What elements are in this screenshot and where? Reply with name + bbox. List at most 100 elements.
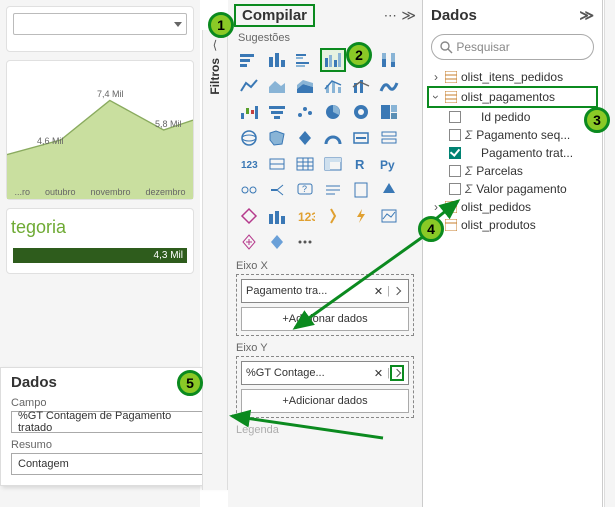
- remove-icon[interactable]: ✕: [370, 367, 387, 380]
- table-olist-itens[interactable]: ›olist_itens_pedidos: [427, 68, 598, 86]
- axis-x-add[interactable]: +Adicionar dados: [241, 307, 409, 331]
- visualizations-pane: Compilar ⋯ ≫ Sugestões 123: [228, 0, 423, 507]
- summary-select[interactable]: Contagem: [11, 453, 219, 475]
- viz-custom1-icon[interactable]: [236, 230, 262, 254]
- viz-qa-icon[interactable]: ?: [292, 178, 318, 202]
- viz-automate-icon[interactable]: [264, 204, 290, 228]
- field-pag-seq[interactable]: ΣPagamento seq...: [427, 126, 598, 144]
- right-rail: [604, 0, 615, 507]
- viz-scatter-icon[interactable]: [292, 100, 318, 124]
- more-icon[interactable]: ⋯: [384, 8, 398, 23]
- viz-slicer-icon[interactable]: [264, 152, 290, 176]
- viz-line-stacked-icon[interactable]: [348, 74, 374, 98]
- viz-stacked-area-icon[interactable]: [292, 74, 318, 98]
- viz-card-icon[interactable]: [348, 126, 374, 150]
- viz-gauge-icon[interactable]: [320, 126, 346, 150]
- viz-stacked-bar-icon[interactable]: [236, 48, 262, 72]
- field-select[interactable]: %GT Contagem de Pagamento tratado: [11, 411, 219, 433]
- viz-table-icon[interactable]: [292, 152, 318, 176]
- viz-more-icon[interactable]: [292, 230, 318, 254]
- checkbox[interactable]: [449, 183, 461, 195]
- viz-pie-icon[interactable]: [320, 100, 346, 124]
- step-badge-3: 3: [584, 107, 610, 133]
- table-icon: [445, 91, 457, 103]
- axis-y-field-text: %GT Contage...: [246, 367, 370, 379]
- viz-matrix-icon[interactable]: [320, 152, 346, 176]
- fields-pane: Dados ≫ Pesquisar ›olist_itens_pedidos ›…: [423, 0, 603, 507]
- viz-powerapps-icon[interactable]: [236, 204, 262, 228]
- axis-y-well[interactable]: %GT Contage... ✕ | +Adicionar dados: [236, 356, 414, 418]
- panel-title: Dados: [11, 374, 57, 391]
- table-olist-pedidos[interactable]: ›olist_pedidos: [427, 198, 598, 216]
- viz-arcgis-icon[interactable]: [376, 178, 402, 202]
- viz-decomp-icon[interactable]: [264, 178, 290, 202]
- field-menu-icon[interactable]: [390, 285, 404, 297]
- viz-py-icon[interactable]: Py: [376, 152, 402, 176]
- table-olist-produtos[interactable]: ›olist_produtos: [427, 216, 598, 234]
- viz-sparkline-icon[interactable]: [376, 204, 402, 228]
- viz-narrative-icon[interactable]: [320, 178, 346, 202]
- expand-icon[interactable]: ≫: [401, 7, 416, 23]
- slicer-dropdown[interactable]: [13, 13, 187, 35]
- field-valor[interactable]: ΣValor pagamento: [427, 180, 598, 198]
- axis-y-label: Eixo Y: [236, 342, 414, 354]
- axis-y-add[interactable]: +Adicionar dados: [241, 389, 409, 413]
- step-badge-5: 5: [177, 370, 203, 396]
- viz-flash2-icon[interactable]: [348, 204, 374, 228]
- viz-waterfall-icon[interactable]: [236, 100, 262, 124]
- checkbox-checked[interactable]: [449, 147, 461, 159]
- viz-funnel-icon[interactable]: [264, 100, 290, 124]
- viz-key-influencers-icon[interactable]: [236, 178, 262, 202]
- field-label: Campo: [11, 397, 219, 409]
- field-pag-trat[interactable]: Pagamento trat...: [427, 144, 598, 162]
- viz-custom2-icon[interactable]: [264, 230, 290, 254]
- visual-card-slicer[interactable]: [6, 6, 194, 52]
- viz-treemap-icon[interactable]: [376, 100, 402, 124]
- card-title: tegoria: [7, 209, 193, 246]
- viz-column-icon[interactable]: [264, 48, 290, 72]
- search-input[interactable]: Pesquisar: [431, 34, 594, 60]
- svg-text:R: R: [355, 157, 365, 172]
- viz-ribbon-icon[interactable]: [376, 74, 402, 98]
- viz-flash-icon[interactable]: 123: [292, 204, 318, 228]
- visual-card-bar[interactable]: tegoria 4,3 Mil: [6, 208, 194, 274]
- data-label: 5,8 Mil: [155, 119, 182, 129]
- collapse-icon[interactable]: ⟨: [213, 38, 218, 52]
- viz-clustered-bar-icon[interactable]: [292, 48, 318, 72]
- table-olist-pagamentos[interactable]: ›olist_pagamentos: [427, 86, 598, 108]
- svg-text:123: 123: [241, 160, 258, 171]
- viz-line-icon[interactable]: [236, 74, 262, 98]
- axis-x-well[interactable]: Pagamento tra... ✕ | +Adicionar dados: [236, 274, 414, 336]
- checkbox[interactable]: [449, 129, 461, 141]
- viz-azure-map-icon[interactable]: [292, 126, 318, 150]
- remove-icon[interactable]: ✕: [370, 285, 387, 298]
- visual-card-area-chart[interactable]: 4,6 Mil 7,4 Mil 5,8 Mil ...ro outubro no…: [6, 60, 194, 200]
- field-id-pedido[interactable]: Id pedido: [427, 108, 598, 126]
- field-parcelas[interactable]: ΣParcelas: [427, 162, 598, 180]
- viz-r-icon[interactable]: R: [348, 152, 374, 176]
- field-value: %GT Contagem de Pagamento tratado: [18, 410, 204, 434]
- step-badge-1: 1: [208, 12, 234, 38]
- viz-kpi-icon[interactable]: 123: [236, 152, 262, 176]
- viz-map-icon[interactable]: [236, 126, 262, 150]
- viz-paginated-icon[interactable]: [348, 178, 374, 202]
- axis-y-field[interactable]: %GT Contage... ✕ |: [241, 361, 409, 385]
- filters-rail[interactable]: ⟨ Filtros: [202, 30, 228, 490]
- viz-area-icon[interactable]: [264, 74, 290, 98]
- data-label: 4,6 Mil: [37, 136, 64, 146]
- viz-stacked-col100-icon[interactable]: [376, 48, 402, 72]
- viz-line-column-icon[interactable]: [320, 74, 346, 98]
- viz-goals-icon[interactable]: [320, 204, 346, 228]
- legend-label: Legenda: [236, 424, 414, 436]
- viz-donut-icon[interactable]: [348, 100, 374, 124]
- viz-clustered-column-icon[interactable]: [320, 48, 346, 72]
- checkbox[interactable]: [449, 165, 461, 177]
- data-label: 7,4 Mil: [97, 89, 124, 99]
- checkbox[interactable]: [449, 111, 461, 123]
- viz-filled-map-icon[interactable]: [264, 126, 290, 150]
- expand-icon[interactable]: ≫: [579, 7, 594, 24]
- field-menu-icon[interactable]: [390, 365, 404, 381]
- viz-multirow-icon[interactable]: [376, 126, 402, 150]
- axis-x-field[interactable]: Pagamento tra... ✕ |: [241, 279, 409, 303]
- svg-text:Py: Py: [380, 158, 395, 172]
